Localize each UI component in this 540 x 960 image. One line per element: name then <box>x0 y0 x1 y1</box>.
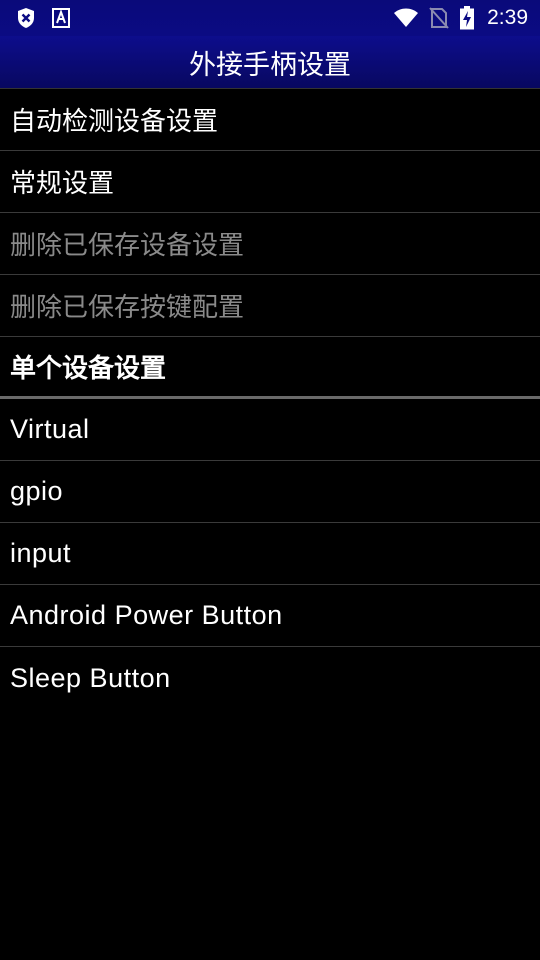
menu-item-label: 自动检测设备设置 <box>10 107 219 137</box>
settings-list: 自动检测设备设置 常规设置 删除已保存设备设置 删除已保存按键配置 单个设备设置… <box>0 89 540 709</box>
status-right-icons: 2:39 <box>393 0 528 36</box>
menu-item-delete-device-settings: 删除已保存设备设置 <box>0 213 540 275</box>
device-label: input <box>10 538 72 568</box>
status-bar: 2:39 <box>0 0 540 36</box>
section-header-label: 单个设备设置 <box>10 354 167 384</box>
shield-x-icon <box>16 7 36 29</box>
section-header-single-device: 单个设备设置 <box>0 337 540 399</box>
status-time: 2:39 <box>487 6 528 29</box>
device-item-virtual[interactable]: Virtual <box>0 399 540 461</box>
device-item-sleep-button[interactable]: Sleep Button <box>0 647 540 709</box>
device-item-input[interactable]: input <box>0 523 540 585</box>
menu-item-label: 常规设置 <box>10 169 115 199</box>
device-label: Virtual <box>10 414 90 444</box>
device-item-gpio[interactable]: gpio <box>0 461 540 523</box>
wifi-icon <box>393 8 419 28</box>
page-title: 外接手柄设置 <box>189 49 351 81</box>
device-label: gpio <box>10 476 64 506</box>
status-left-icons <box>16 6 70 30</box>
device-label: Android Power Button <box>10 600 283 630</box>
device-item-android-power-button[interactable]: Android Power Button <box>0 585 540 647</box>
title-bar: 外接手柄设置 <box>0 36 540 89</box>
battery-charging-icon <box>459 6 475 30</box>
menu-item-label: 删除已保存设备设置 <box>10 231 245 261</box>
menu-item-delete-key-config: 删除已保存按键配置 <box>0 275 540 337</box>
menu-item-general-settings[interactable]: 常规设置 <box>0 151 540 213</box>
menu-item-label: 删除已保存按键配置 <box>10 293 245 323</box>
no-sim-icon <box>429 7 449 29</box>
accessibility-a-icon <box>52 8 70 28</box>
menu-item-auto-detect[interactable]: 自动检测设备设置 <box>0 89 540 151</box>
device-label: Sleep Button <box>10 662 171 693</box>
